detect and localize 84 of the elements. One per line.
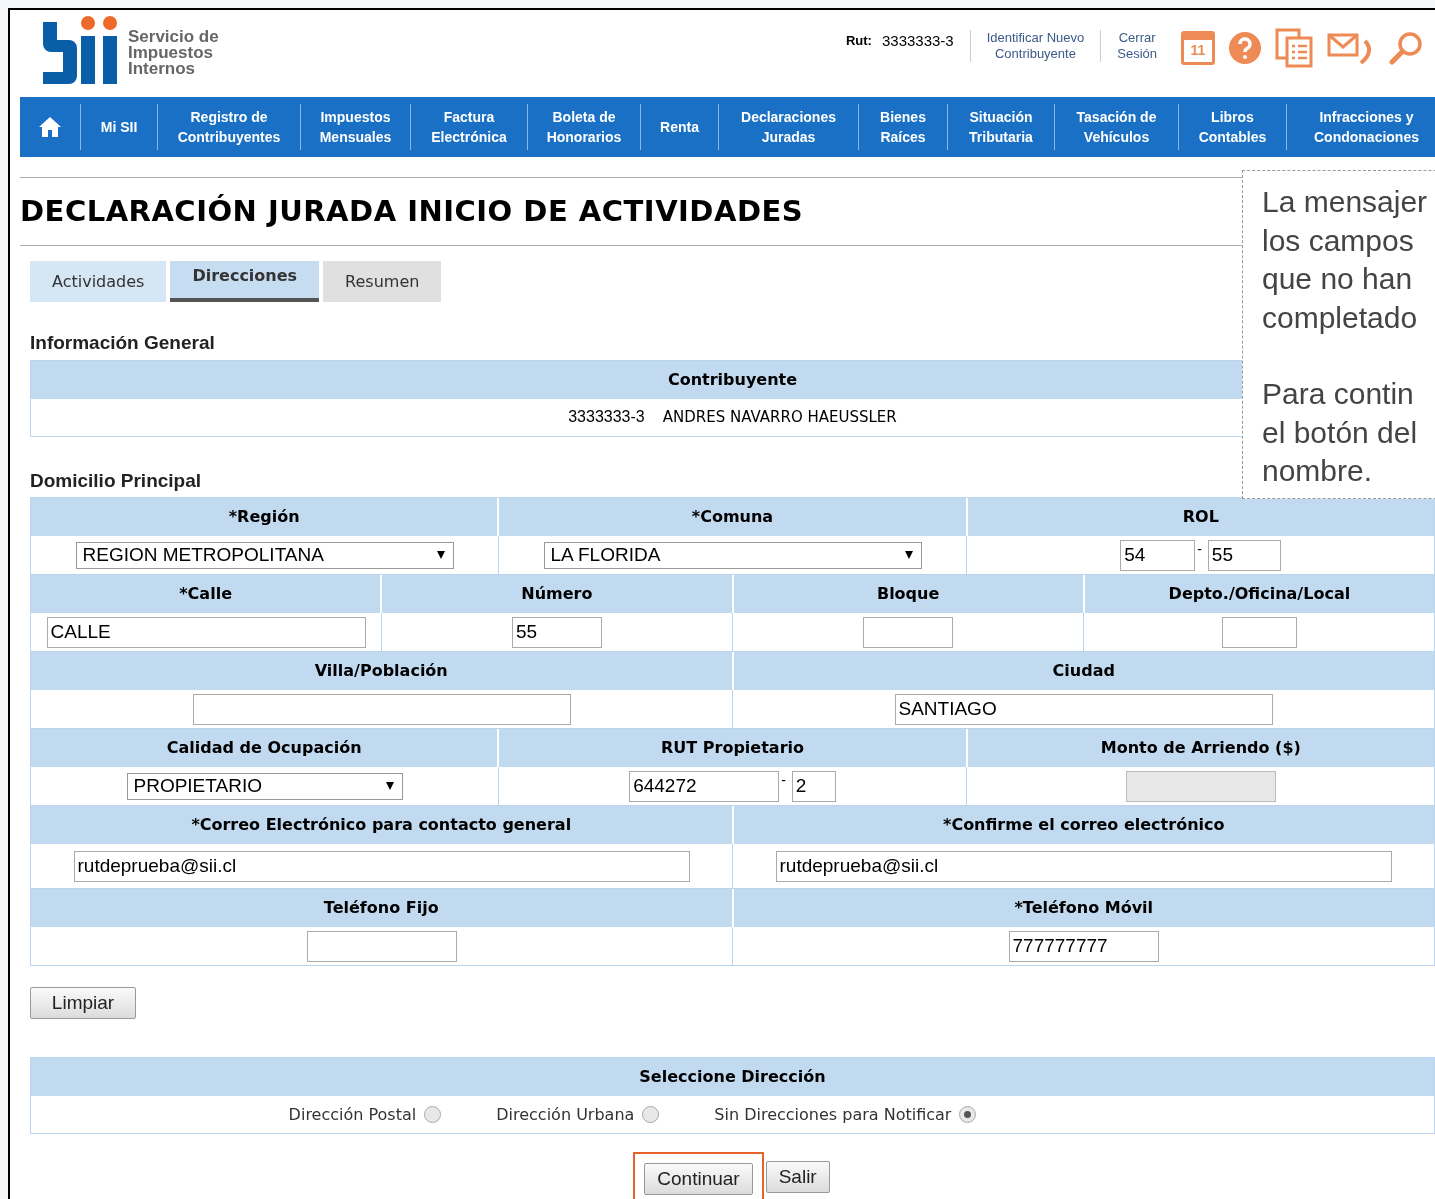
- radio-button[interactable]: [642, 1106, 660, 1123]
- logo-icon: [40, 16, 120, 84]
- tooltip-text: completado: [1262, 299, 1419, 336]
- help-icon[interactable]: [1229, 32, 1261, 64]
- input-field[interactable]: [863, 616, 953, 648]
- section-title: Información General: [30, 331, 215, 355]
- dropdown-arrow-icon: [436, 551, 445, 559]
- tooltip-text: nombre.: [1262, 453, 1374, 489]
- tab[interactable]: Direcciones: [170, 261, 320, 302]
- rut-value: 3333333-3: [881, 31, 954, 51]
- logo-text: Servicio de Impuestos Internos: [128, 29, 219, 77]
- header-link[interactable]: Cerrar Sesión: [1100, 30, 1157, 62]
- table-header: Teléfono Fijo: [31, 889, 732, 927]
- table-header: Número: [380, 575, 732, 613]
- section-title: Domicilio Principal: [30, 468, 202, 493]
- documents-icon[interactable]: [1275, 28, 1313, 68]
- rut-label: Rut:: [845, 32, 872, 50]
- taxpayer-rut: 3333333-3: [568, 407, 645, 427]
- input-field[interactable]: rutdeprueba@sii.cl: [775, 850, 1392, 882]
- separator: -: [781, 770, 786, 790]
- input-field[interactable]: SANTIAGO: [894, 693, 1273, 725]
- table-header: *Calle: [31, 575, 381, 613]
- table-header: *Comuna: [497, 498, 966, 536]
- action-button[interactable]: Salir: [765, 1161, 830, 1193]
- clear-button[interactable]: Limpiar: [30, 987, 136, 1019]
- radio-button[interactable]: [959, 1106, 977, 1123]
- input-field[interactable]: 55: [512, 616, 602, 648]
- page-title: DECLARACIÓN JURADA INICIO DE ACTIVIDADES: [20, 192, 804, 230]
- dropdown-arrow-icon: [904, 551, 913, 559]
- radio-option[interactable]: Dirección Urbana: [496, 1102, 660, 1127]
- nav-link[interactable]: Mi SII: [100, 117, 138, 137]
- table-header: *Confirme el correo electrónico: [731, 806, 1434, 844]
- nav-link[interactable]: Boleta de Honorarios: [546, 107, 622, 147]
- separator: -: [1197, 539, 1202, 559]
- input-field[interactable]: [306, 930, 457, 962]
- tooltip-text: La mensajer: [1262, 184, 1429, 220]
- table-header: Monto de Arriendo ($): [965, 729, 1434, 767]
- table-header: *Correo Electrónico para contacto general: [31, 806, 732, 844]
- table-header: Seleccione Dirección: [31, 1058, 1434, 1096]
- action-button[interactable]: Continuar: [644, 1163, 753, 1195]
- table-header: ROL: [965, 498, 1434, 536]
- input-field[interactable]: [192, 693, 571, 725]
- radio-option[interactable]: Dirección Postal: [288, 1102, 442, 1127]
- input-field[interactable]: 55: [1207, 539, 1281, 571]
- table-header: RUT Propietario: [497, 729, 966, 767]
- nav-link[interactable]: Factura Electrónica: [431, 107, 507, 147]
- search-icon[interactable]: [1389, 31, 1423, 65]
- tooltip-text: el botón del: [1262, 414, 1419, 451]
- table-header: Bloque: [731, 575, 1083, 613]
- input-field[interactable]: 644272: [629, 770, 780, 802]
- input-field[interactable]: 54: [1120, 539, 1196, 571]
- tab[interactable]: Actividades: [30, 261, 167, 302]
- nav-link[interactable]: Libros Contables: [1198, 107, 1267, 147]
- nav-link[interactable]: Registro de Contribuyentes: [177, 107, 281, 147]
- radio-option[interactable]: Sin Direcciones para Notificar: [714, 1102, 977, 1127]
- taxpayer-name: ANDRES NAVARRO HAEUSSLER: [662, 406, 897, 428]
- input-field[interactable]: [1221, 616, 1297, 648]
- tooltip-text: los campos: [1262, 222, 1415, 259]
- nav-link[interactable]: Declaraciones Juradas: [741, 107, 836, 147]
- nav-link[interactable]: Bienes Raíces: [880, 107, 926, 147]
- table-header: Villa/Población: [31, 652, 732, 690]
- input-field[interactable]: CALLE: [46, 616, 366, 648]
- nav-link[interactable]: Tasación de Vehículos: [1076, 107, 1157, 147]
- select-field[interactable]: REGION METROPOLITANA: [75, 541, 454, 569]
- tab[interactable]: Resumen: [323, 261, 442, 302]
- select-field[interactable]: PROPIETARIO: [126, 772, 403, 800]
- input-field[interactable]: rutdeprueba@sii.cl: [73, 850, 690, 882]
- nav-link[interactable]: Impuestos Mensuales: [319, 107, 392, 147]
- table-header: Depto./Oficina/Local: [1082, 575, 1434, 613]
- input-field[interactable]: 2: [791, 770, 836, 802]
- radio-button[interactable]: [424, 1106, 442, 1123]
- input-field[interactable]: 777777777: [1008, 930, 1159, 962]
- home-icon[interactable]: [38, 116, 62, 138]
- nav-link[interactable]: Infracciones y Condonaciones: [1314, 107, 1419, 147]
- table-header: *Región: [31, 498, 498, 536]
- dropdown-arrow-icon: [385, 782, 394, 790]
- header-link[interactable]: Identificar Nuevo Contribuyente: [969, 30, 1085, 62]
- nav-link[interactable]: Situación Tributaria: [969, 107, 1033, 147]
- tooltip-text: que no han: [1262, 261, 1414, 297]
- nav-link[interactable]: Renta: [660, 117, 699, 137]
- table-header: Calidad de Ocupación: [31, 729, 498, 767]
- table-header: *Teléfono Móvil: [731, 889, 1434, 927]
- table-header: Ciudad: [731, 652, 1434, 690]
- select-field[interactable]: LA FLORIDA: [543, 541, 922, 569]
